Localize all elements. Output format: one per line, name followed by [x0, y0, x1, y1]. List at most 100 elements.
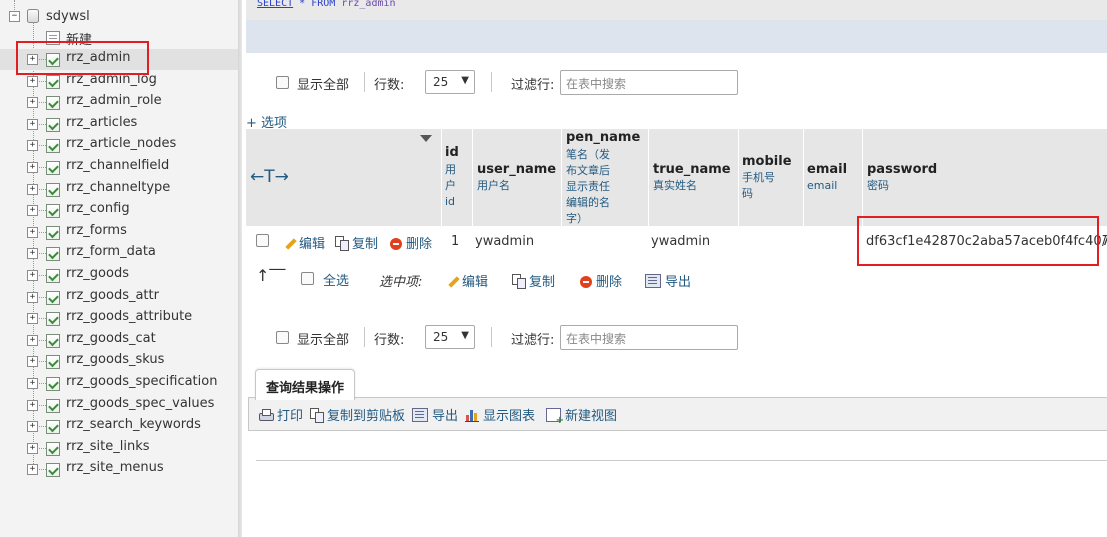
sidebar-table-label[interactable]: rrz_site_menus — [66, 460, 164, 475]
expand-icon[interactable]: + — [27, 356, 38, 368]
sidebar-table-label[interactable]: rrz_articles — [66, 115, 137, 130]
sidebar-table-item[interactable]: + rrz_channeltype — [0, 179, 238, 200]
sidebar-table-item[interactable]: + rrz_search_keywords — [0, 416, 238, 437]
cell-user-name[interactable]: ywadmin — [475, 234, 534, 249]
sidebar-table-label[interactable]: rrz_goods_cat — [66, 331, 156, 346]
table-icon[interactable] — [46, 333, 60, 348]
sidebar-table-label[interactable]: rrz_forms — [66, 223, 127, 238]
show-all-checkbox[interactable] — [276, 331, 289, 344]
expand-icon[interactable]: + — [27, 291, 38, 303]
column-header-pen-name[interactable]: pen_name 笔名（发 布文章后 显示责任 编辑的名 字） — [561, 129, 649, 226]
sidebar-table-label[interactable]: rrz_goods_specification — [66, 374, 217, 389]
table-icon[interactable] — [46, 398, 60, 413]
sidebar-table-label[interactable]: rrz_goods_spec_values — [66, 396, 214, 411]
create-view-button[interactable]: 新建视图 — [546, 405, 617, 426]
bulk-delete-button[interactable]: 删除 — [580, 271, 622, 290]
table-icon[interactable] — [46, 312, 60, 327]
row-copy-button[interactable]: 复制 — [335, 233, 378, 252]
expand-icon[interactable]: + — [27, 97, 38, 109]
sidebar-table-item[interactable]: + rrz_admin_role — [0, 92, 238, 113]
table-icon[interactable] — [46, 420, 60, 435]
column-header-user-name[interactable]: user_name 用户名 — [472, 129, 562, 226]
column-nav-arrows-icon[interactable]: ←T→ — [250, 167, 289, 187]
table-icon[interactable] — [46, 96, 60, 111]
expand-icon[interactable]: + — [27, 334, 38, 346]
table-icon[interactable] — [46, 182, 60, 197]
column-header-password[interactable]: password 密码 — [862, 129, 1103, 226]
sidebar-table-item[interactable]: + rrz_config — [0, 200, 238, 221]
expand-icon[interactable]: + — [27, 378, 38, 389]
sidebar-table-label[interactable]: rrz_goods_attribute — [66, 309, 192, 324]
column-header-true-name[interactable]: true_name 真实姓名 — [648, 129, 739, 226]
table-icon[interactable] — [46, 269, 60, 283]
column-header-mobile[interactable]: mobile 手机号 码 — [738, 129, 804, 226]
table-icon[interactable] — [46, 290, 60, 305]
sql-select-keyword[interactable]: SELECT — [257, 0, 293, 9]
table-icon[interactable] — [46, 204, 60, 219]
copy-to-clipboard-button[interactable]: 复制到剪贴板 — [310, 405, 405, 424]
expand-icon[interactable]: + — [27, 399, 38, 411]
bulk-export-button[interactable]: 导出 — [645, 271, 691, 290]
table-icon[interactable] — [46, 74, 60, 89]
table-icon[interactable] — [46, 463, 60, 478]
sidebar-table-label[interactable]: rrz_site_links — [66, 439, 150, 454]
show-all-label[interactable]: 显示全部 — [297, 74, 349, 93]
expand-icon[interactable]: + — [27, 248, 38, 260]
sidebar-table-item[interactable]: + rrz_site_links — [0, 438, 238, 459]
sidebar-table-label[interactable]: rrz_article_nodes — [66, 136, 176, 151]
sidebar-table-label[interactable]: rrz_config — [66, 201, 130, 216]
display-chart-button[interactable]: 显示图表 — [465, 405, 535, 424]
bulk-copy-button[interactable]: 复制 — [512, 271, 555, 290]
sidebar-table-item[interactable]: + rrz_goods_cat — [0, 330, 238, 351]
select-all-checkbox[interactable] — [301, 272, 314, 285]
sidebar-table-item[interactable]: + rrz_goods_specification — [0, 373, 238, 394]
database-name[interactable]: sdywsl — [46, 9, 90, 24]
sidebar-table-item[interactable]: + rrz_goods_skus — [0, 351, 238, 372]
cell-id[interactable]: 1 — [451, 234, 459, 249]
select-all-label[interactable]: 全选 — [323, 270, 349, 289]
sidebar-table-item[interactable]: + rrz_goods — [0, 265, 238, 286]
column-header-id[interactable]: id 用 户 id — [441, 129, 474, 226]
sidebar-table-item[interactable]: + rrz_articles — [0, 114, 238, 135]
filter-rows-input[interactable]: 在表中搜索 — [560, 325, 738, 350]
table-icon[interactable] — [46, 117, 60, 132]
sidebar-table-label[interactable]: rrz_form_data — [66, 244, 156, 259]
rows-select[interactable]: 25 ▼ — [425, 70, 475, 94]
show-all-label[interactable]: 显示全部 — [297, 329, 349, 348]
sidebar-table-label[interactable]: rrz_goods_skus — [66, 352, 164, 367]
expand-icon[interactable]: + — [27, 226, 38, 238]
expand-icon[interactable]: + — [27, 75, 38, 87]
expand-icon[interactable]: + — [27, 442, 38, 454]
sidebar-table-item[interactable]: + rrz_form_data — [0, 243, 238, 264]
sidebar-table-item[interactable]: + rrz_site_menus — [0, 459, 238, 480]
sidebar-table-label[interactable]: rrz_goods — [66, 266, 129, 281]
table-icon[interactable] — [46, 247, 60, 262]
print-button[interactable]: 打印 — [259, 405, 303, 424]
table-icon[interactable] — [46, 377, 60, 391]
export-button[interactable]: 导出 — [412, 405, 458, 424]
expand-icon[interactable]: + — [27, 140, 38, 152]
sort-dropdown-icon[interactable] — [420, 135, 432, 142]
table-icon[interactable] — [46, 225, 60, 240]
expand-icon[interactable]: + — [27, 464, 38, 476]
filter-rows-input[interactable]: 在表中搜索 — [560, 70, 738, 95]
expand-icon[interactable]: + — [27, 183, 38, 195]
sidebar-table-label[interactable]: rrz_admin_role — [66, 93, 162, 108]
table-icon[interactable] — [46, 355, 60, 370]
expand-icon[interactable]: + — [27, 421, 38, 433]
expand-icon[interactable]: + — [27, 270, 38, 281]
sidebar-table-label[interactable]: rrz_search_keywords — [66, 417, 201, 432]
sidebar-table-item[interactable]: + rrz_goods_attribute — [0, 308, 238, 329]
row-checkbox[interactable] — [256, 234, 269, 247]
rows-select[interactable]: 25 ▼ — [425, 325, 475, 349]
sidebar-table-label[interactable]: rrz_goods_attr — [66, 288, 159, 303]
table-icon[interactable] — [46, 139, 60, 154]
sidebar-table-item[interactable]: + rrz_forms — [0, 222, 238, 243]
sidebar-table-item[interactable]: + rrz_channelfield — [0, 157, 238, 178]
expand-icon[interactable]: + — [27, 118, 38, 130]
expand-icon[interactable]: + — [27, 162, 38, 173]
sidebar-table-item[interactable]: + rrz_goods_spec_values — [0, 395, 238, 416]
sidebar-table-item[interactable]: + rrz_goods_attr — [0, 287, 238, 308]
row-edit-button[interactable]: 编辑 — [283, 233, 325, 252]
column-header-email[interactable]: email email — [803, 129, 863, 226]
